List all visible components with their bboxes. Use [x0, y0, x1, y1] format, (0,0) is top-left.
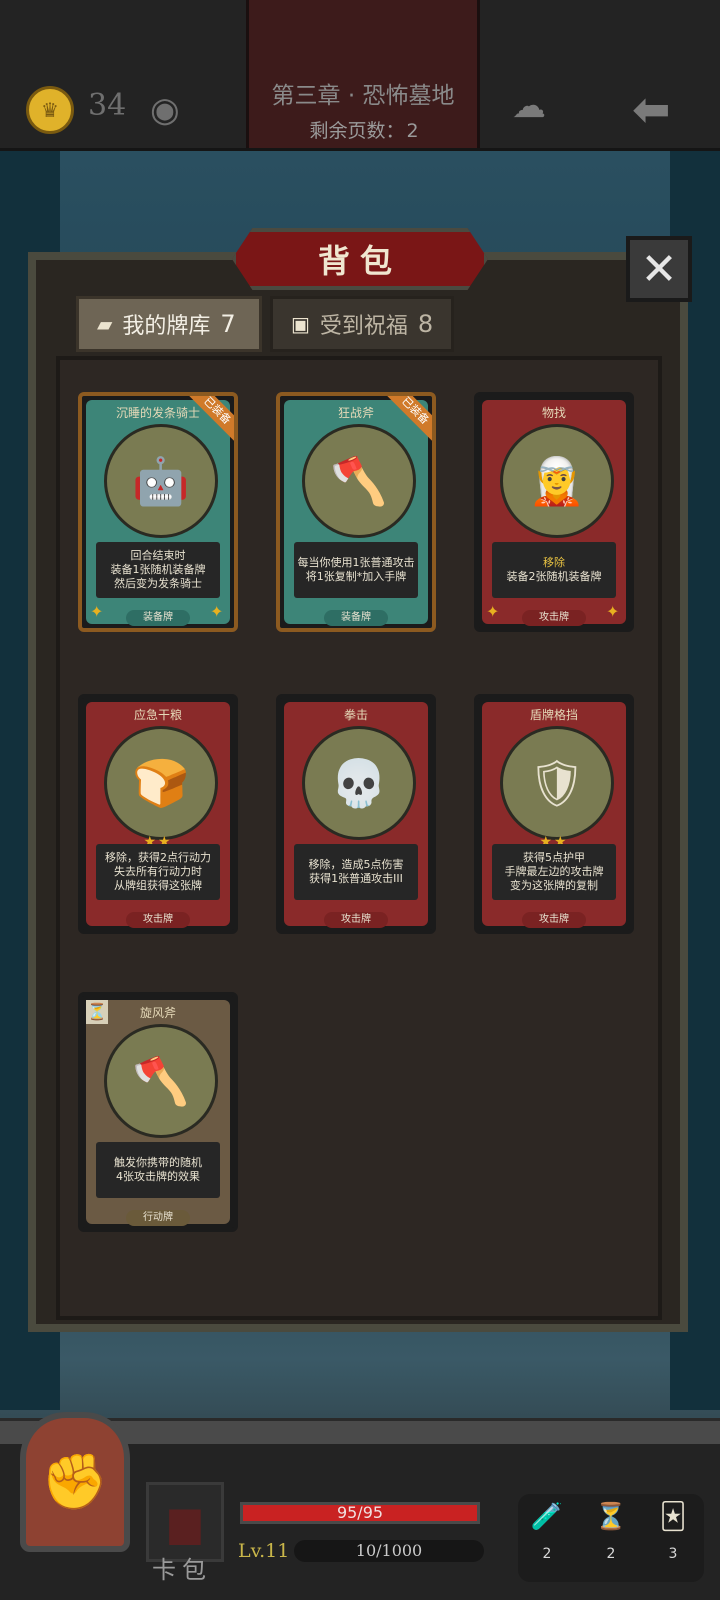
cards-icon: 🃏 [659, 1502, 687, 1532]
hourglass-item[interactable]: ⏳ 2 [586, 1502, 636, 1562]
card-art: 🪓 [302, 424, 416, 538]
card-art: 🍞 [104, 726, 218, 840]
card-type: 行动牌 [126, 1210, 190, 1226]
cards-item[interactable]: 🃏 3 [648, 1502, 698, 1562]
card-description: 移除，造成5点伤害 获得1张普通攻击III [294, 844, 418, 900]
card-find[interactable]: 物找 🧝 移除 装备2张随机装备牌 ✦ ✦ 攻击牌 [474, 392, 634, 632]
gem-icon: ✦ [90, 602, 104, 621]
hourglass-icon: ⏳ [86, 1000, 108, 1024]
xp-text: 10/1000 [355, 1541, 423, 1560]
desc-line: 移除，造成5点伤害 [308, 858, 404, 871]
desc-line: 失去所有行动力时 [114, 865, 202, 878]
desc-line: 然后变为发条骑士 [114, 577, 202, 590]
hero-portrait[interactable]: ✊ [20, 1412, 130, 1552]
hourglass-icon: ⏳ [594, 1502, 628, 1532]
gem-icon: ✦ [486, 602, 500, 621]
cards-icon: ▰ [97, 312, 113, 336]
desc-line: 回合结束时 [130, 549, 186, 562]
hp-bar: 95/95 [240, 1502, 480, 1524]
desc-line: 装备1张随机装备牌 [110, 563, 206, 576]
chapter-banner: 第三章 · 恐怖墓地 剩余页数： 2 [246, 0, 480, 148]
card-art: 🧝 [500, 424, 614, 538]
desc-line: 4张攻击牌的效果 [116, 1170, 200, 1183]
card-type: 攻击牌 [522, 610, 586, 626]
card-type: 装备牌 [126, 610, 190, 626]
close-button[interactable]: ✕ [626, 236, 692, 302]
card-name: 拳击 [343, 708, 368, 722]
card-type: 攻击牌 [126, 912, 190, 928]
pages-left-value: 2 [406, 120, 419, 142]
card-art: 🛡 [500, 726, 614, 840]
tab-blessings[interactable]: ▣ 受到祝福 8 [270, 296, 454, 352]
card-description: 移除，获得2点行动力 失去所有行动力时 从牌组获得这张牌 [96, 844, 220, 900]
pages-left-label: 剩余页数： [309, 120, 405, 142]
coin-count: 34 [88, 88, 127, 123]
book-icon: ▆ [169, 1499, 201, 1545]
card-name: 应急干粮 [133, 708, 182, 722]
card-whirlwind-axe[interactable]: 旋风斧 ⏳ 🪓 触发你携带的随机 4张攻击牌的效果 行动牌 [78, 992, 238, 1232]
xp-bar: 10/1000 [294, 1540, 484, 1562]
card-emergency-rations[interactable]: 应急干粮 🍞 ★★ 移除，获得2点行动力 失去所有行动力时 从牌组获得这张牌 攻… [78, 694, 238, 934]
tab-my-deck[interactable]: ▰ 我的牌库 7 [76, 296, 262, 352]
item-count: 2 [542, 1546, 552, 1562]
card-description: 回合结束时 装备1张随机装备牌 然后变为发条骑士 [96, 542, 220, 598]
desc-line: 变为这张牌的复制 [510, 879, 598, 892]
top-bar: ♛ 34 ◉ 第三章 · 恐怖墓地 剩余页数： 2 ☁ ⬅ [0, 0, 720, 151]
inventory-panel: 🧪 2 ⏳ 2 🃏 3 [518, 1494, 704, 1582]
panel-title: 背包 [317, 242, 402, 280]
desc-line: 装备2张随机装备牌 [506, 570, 602, 583]
fist-icon: ✊ [41, 1450, 109, 1513]
eye-icon[interactable]: ◉ [150, 90, 180, 130]
desc-line: 从牌组获得这张牌 [114, 879, 202, 892]
card-berserker-axe[interactable]: 狂战斧 已装备 🪓 每当你使用1张普通攻击 将1张复制*加入手牌 装备牌 [276, 392, 436, 632]
card-type: 攻击牌 [324, 912, 388, 928]
gem-icon: ✦ [606, 602, 620, 621]
level-label: Lv.11 [238, 1540, 290, 1562]
card-type: 装备牌 [324, 610, 388, 626]
potion-item[interactable]: 🧪 2 [522, 1502, 572, 1562]
item-count: 2 [606, 1546, 616, 1562]
card-clockwork-knight[interactable]: 沉睡的发条骑士 已装备 🤖 回合结束时 装备1张随机装备牌 然后变为发条骑士 ✦… [78, 392, 238, 632]
desc-line: 将1张复制*加入手牌 [305, 570, 407, 583]
tab-blessings-label: 受到祝福 [319, 314, 408, 339]
desc-line: 获得1张普通攻击III [309, 872, 403, 885]
card-description: 每当你使用1张普通攻击 将1张复制*加入手牌 [294, 542, 418, 598]
card-name: 物找 [541, 406, 566, 420]
desc-line: 获得5点护甲 [523, 851, 585, 864]
desc-line: 触发你携带的随机 [114, 1156, 202, 1169]
card-description: 触发你携带的随机 4张攻击牌的效果 [96, 1142, 220, 1198]
item-count: 3 [668, 1546, 678, 1562]
potion-icon: 🧪 [530, 1502, 564, 1532]
desc-line: 手牌最左边的攻击牌 [504, 865, 604, 878]
card-art: 💀 [302, 726, 416, 840]
card-art: 🪓 [104, 1024, 218, 1138]
tab-my-deck-label: 我的牌库 [122, 314, 211, 339]
card-description: 获得5点护甲 手牌最左边的攻击牌 变为这张牌的复制 [492, 844, 616, 900]
desc-line: 移除 [543, 556, 565, 569]
card-name: 盾牌格挡 [529, 708, 578, 722]
desc-line: 移除，获得2点行动力 [105, 851, 211, 864]
gift-icon: ▣ [291, 312, 310, 336]
card-art: 🤖 [104, 424, 218, 538]
ghost-pumpkin-icon[interactable]: ☁ [512, 86, 546, 126]
tab-my-deck-count: 7 [220, 310, 236, 338]
hp-text: 95/95 [336, 1503, 384, 1522]
close-icon: ✕ [640, 243, 678, 295]
deck-label: 卡包 [152, 1556, 212, 1584]
tab-blessings-count: 8 [417, 310, 434, 338]
card-description: 移除 装备2张随机装备牌 [492, 542, 616, 598]
card-type: 攻击牌 [522, 912, 586, 928]
gem-icon: ✦ [210, 602, 224, 621]
desc-line: 每当你使用1张普通攻击 [297, 556, 415, 569]
pages-left: 剩余页数： 2 [249, 116, 477, 143]
coin-icon: ♛ [26, 86, 74, 134]
card-punch[interactable]: 拳击 💀 移除，造成5点伤害 获得1张普通攻击III 攻击牌 [276, 694, 436, 934]
card-shield-block[interactable]: 盾牌格挡 🛡 ★★ 获得5点护甲 手牌最左边的攻击牌 变为这张牌的复制 攻击牌 [474, 694, 634, 934]
back-arrow-icon[interactable]: ⬅ [632, 82, 671, 136]
panel-title-plate: 背包 [232, 228, 488, 290]
chapter-title: 第三章 · 恐怖墓地 [271, 83, 455, 109]
